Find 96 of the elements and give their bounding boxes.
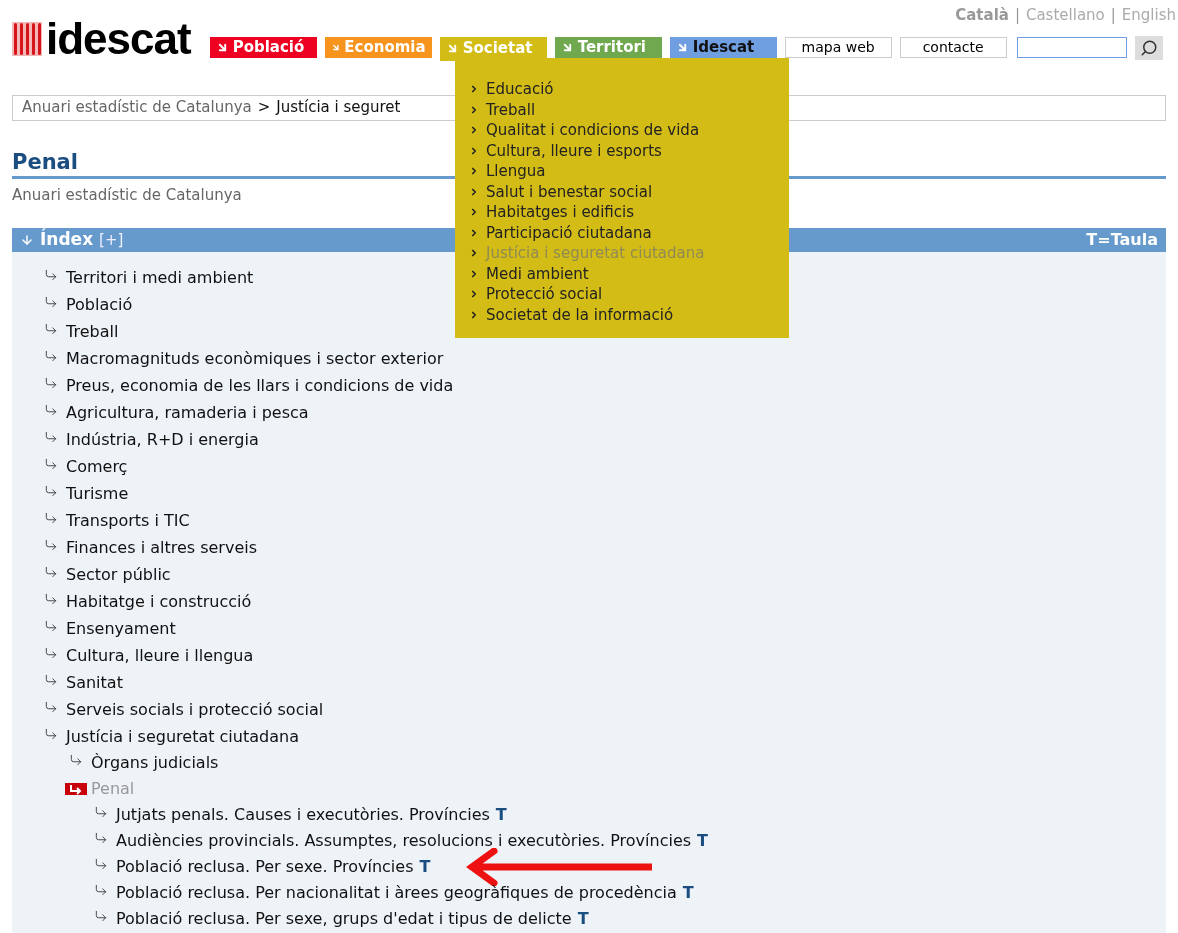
subitem-arrow-icon (44, 591, 58, 606)
bullet-chevron-icon (469, 207, 479, 218)
subitem-arrow-icon (44, 672, 58, 687)
table-link[interactable]: T (682, 881, 694, 905)
subitem-arrow-icon (44, 267, 58, 282)
subitem-arrow-icon (94, 831, 108, 845)
index-item-link[interactable]: Població reclusa. Per sexe, grups d'edat i tipus de delicte (116, 907, 572, 931)
index-item-link[interactable]: Finances i altres serveis (66, 535, 258, 560)
subitem-arrow-icon (44, 375, 58, 390)
subitem-arrow-icon (94, 805, 108, 819)
index-item-link[interactable]: Treball (66, 319, 119, 344)
table-link[interactable]: T (577, 907, 589, 931)
dropdown-item[interactable]: Habitatges i edificis (469, 202, 789, 223)
bullet-chevron-icon (469, 289, 479, 300)
table-link[interactable]: T (697, 829, 708, 853)
subitem-arrow-icon (44, 564, 58, 579)
index-item-link[interactable]: Macromagnituds econòmiques i sector exterior (66, 346, 444, 371)
subitem-arrow-icon (69, 753, 83, 767)
index-item-link[interactable]: Sector públic (66, 562, 171, 587)
subitem-arrow-icon (44, 294, 58, 309)
subitem-arrow-icon (44, 537, 58, 552)
index-item-link[interactable]: Ensenyament (66, 616, 176, 641)
dropdown-item[interactable]: Cultura, lleure i esports (469, 140, 789, 161)
index-item-link[interactable]: Justícia i seguretat ciutadana (66, 724, 299, 749)
search-icon (1139, 38, 1158, 57)
subitem-arrow-icon (44, 456, 58, 471)
subitem-arrow-icon (94, 883, 108, 897)
index-title: Índex (40, 227, 94, 252)
subitem-arrow-icon (44, 402, 58, 417)
index-item-link[interactable]: Òrgans judicials (91, 751, 219, 775)
table-link[interactable]: T (495, 803, 507, 827)
bullet-chevron-icon (469, 166, 479, 177)
index-item-link[interactable]: Transports i TIC (66, 508, 190, 533)
index-item-link[interactable]: Població (66, 292, 133, 317)
breadcrumb-separator: > (257, 97, 271, 119)
bullet-chevron-icon (469, 84, 479, 95)
bullet-chevron-icon (469, 248, 479, 259)
subitem-arrow-icon (44, 348, 58, 363)
index-item-link[interactable]: Comerç (66, 454, 128, 479)
bullet-chevron-icon (469, 125, 479, 136)
index-item-link[interactable]: Preus, economia de les llars i condicions de vida (66, 373, 454, 398)
language-separator: | (1110, 5, 1116, 26)
search-field[interactable] (1016, 36, 1127, 58)
dropdown-item[interactable]: Treball (469, 99, 789, 120)
bullet-chevron-icon (469, 309, 479, 320)
bullet-chevron-icon (469, 104, 479, 115)
subitem-arrow-icon (44, 726, 58, 741)
index-item-link[interactable]: Audiències provincials. Assumptes, resolucions i executòries. Províncies (116, 829, 692, 853)
dropdown-item[interactable]: Societat de la informació (469, 304, 789, 325)
dropdown-item[interactable]: Educació (469, 79, 789, 100)
down-arrow-icon (20, 233, 34, 247)
index-item-link[interactable]: Cultura, lleure i llengua (66, 643, 254, 668)
subitem-arrow-icon (44, 645, 58, 660)
logo-stripes-icon (12, 21, 42, 56)
index-item-link[interactable]: Territori i medi ambient (66, 265, 254, 290)
search-button[interactable] (1134, 35, 1163, 60)
index-item-link[interactable]: Agricultura, ramaderia i pesca (66, 400, 309, 425)
legend-text: T=Taula (1086, 229, 1158, 251)
dropdown-item[interactable]: Salut i benestar social (469, 181, 789, 202)
dropdown-item[interactable]: Participació ciutadana (469, 222, 789, 243)
index-item-link[interactable]: Població reclusa. Per sexe. Províncies (116, 855, 414, 879)
subitem-arrow-icon (44, 618, 58, 633)
dropdown-item[interactable]: Qualitat i condicions de vida (469, 120, 789, 141)
bullet-chevron-icon (469, 145, 479, 156)
subitem-arrow-icon (94, 909, 108, 923)
index-item-link[interactable]: Serveis socials i protecció social (66, 697, 324, 722)
index-item-link[interactable]: Sanitat (66, 670, 123, 695)
index-item-link[interactable]: Població reclusa. Per nacionalitat i àrees geogràfiques de procedència (116, 881, 677, 905)
language-separator: | (1014, 5, 1020, 26)
subitem-arrow-icon (44, 483, 58, 498)
subitem-arrow-icon (44, 321, 58, 336)
dropdown-item[interactable]: Medi ambient (469, 263, 789, 284)
logo-wordmark[interactable]: idescat (46, 16, 191, 61)
subitem-arrow-icon (44, 699, 58, 714)
subitem-arrow-icon (44, 510, 58, 525)
table-link[interactable]: T (419, 855, 431, 879)
index-item-link[interactable]: Habitatge i construcció (66, 589, 252, 614)
nav-tab[interactable]: Idescat (669, 36, 777, 58)
index-item-link[interactable]: Turisme (66, 481, 129, 506)
subitem-arrow-icon (94, 857, 108, 871)
dropdown-item[interactable]: Protecció social (469, 284, 789, 305)
utility-link[interactable]: contacte (899, 36, 1007, 58)
bullet-chevron-icon (469, 186, 479, 197)
current-section-icon (65, 783, 87, 795)
page-title: Penal (12, 148, 78, 175)
bullet-chevron-icon (469, 268, 479, 279)
bullet-chevron-icon (469, 227, 479, 238)
dropdown-item[interactable]: Llengua (469, 161, 789, 182)
breadcrumb-current: Justícia i seguret (276, 97, 401, 119)
index-item-link[interactable]: Indústria, R+D i energia (66, 427, 259, 452)
subitem-arrow-icon (44, 429, 58, 444)
utility-link[interactable]: mapa web (784, 36, 892, 58)
nav-tab[interactable]: Població (209, 36, 317, 58)
page-subtitle: Anuari estadístic de Catalunya (12, 184, 242, 206)
breadcrumb-link[interactable]: Anuari estadístic de Catalunya (22, 96, 252, 119)
index-item-link[interactable]: Jutjats penals. Causes i executòries. Províncies (116, 803, 490, 827)
